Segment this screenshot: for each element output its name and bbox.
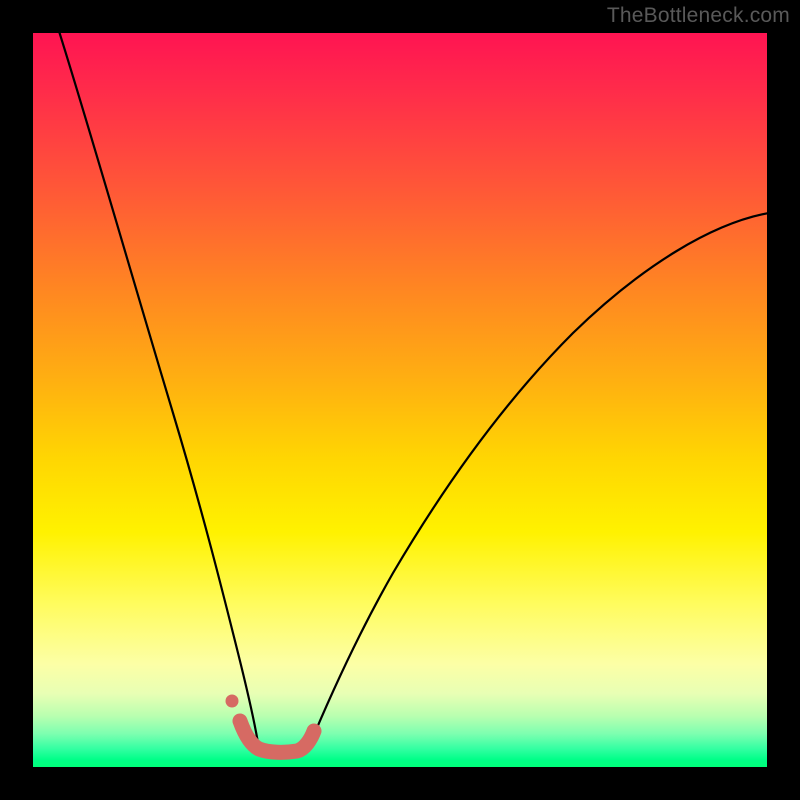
- curve-layer: [33, 33, 767, 767]
- basin-marker: [240, 721, 314, 752]
- chart-frame: TheBottleneck.com: [0, 0, 800, 800]
- isolated-dot: [226, 695, 239, 708]
- plot-area: [33, 33, 767, 767]
- left-branch: [58, 33, 259, 749]
- right-branch: [308, 213, 767, 749]
- watermark-text: TheBottleneck.com: [607, 4, 790, 28]
